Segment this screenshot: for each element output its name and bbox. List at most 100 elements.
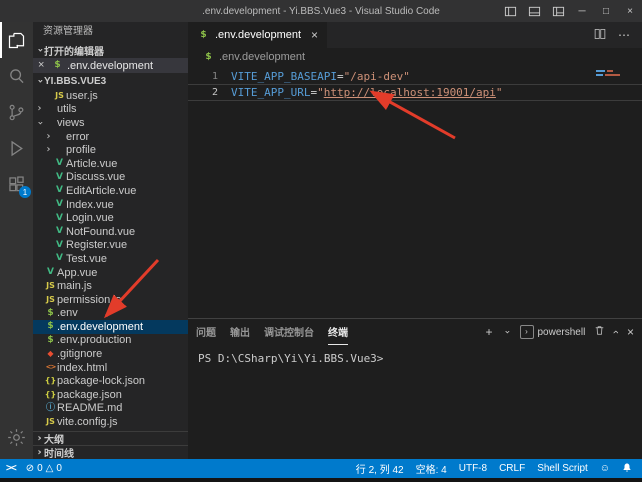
tree-item[interactable]: $ .env [33,307,188,321]
open-editor-item[interactable]: × $ .env.development [33,58,188,73]
minimize-button[interactable]: ─ [570,0,594,22]
tree-item-label: Login.vue [66,212,114,224]
notifications-bell-icon[interactable] [622,462,632,476]
panel-header: 问题 输出 调试控制台 终端 + › › powershell › [188,319,642,345]
panel-tab[interactable]: 输出 [230,319,250,345]
status-bar: >< ⊘0 △0 行 2, 列 42 空格: 4 UTF-8 CRLF Shell Sc… [0,459,642,478]
panel-tab[interactable]: 终端 [328,319,348,345]
toggle-sidebar-icon[interactable] [498,0,522,22]
code-token: VITE_APP_URL [231,86,310,99]
tree-item[interactable]: ◆ .gitignore [33,347,188,361]
close-button[interactable]: × [618,0,642,22]
terminal-prompt: PS D:\CSharp\Yi\Yi.BBS.Vue3> [198,352,383,365]
vue-file-icon: V [53,159,66,168]
shell-file-icon: $ [44,309,57,318]
source-control-icon[interactable] [0,94,33,130]
tree-item[interactable]: {} package.json [33,388,188,402]
tree-item[interactable]: V Article.vue [33,157,188,171]
code-editor[interactable]: 1 VITE_APP_BASEAPI="/api-dev" 2 VITE_APP… [188,66,642,318]
tree-item-label: profile [66,144,96,156]
new-terminal-icon[interactable]: + [485,325,492,339]
outline-section[interactable]: › 大纲 [33,431,188,445]
tree-item[interactable]: › views [33,116,188,130]
remote-indicator-icon[interactable]: >< [6,463,16,474]
tree-item-label: NotFound.vue [66,226,135,238]
close-icon[interactable]: × [38,60,48,71]
split-editor-icon[interactable] [594,28,606,43]
tree-item[interactable]: V EditArticle.vue [33,184,188,198]
tree-item[interactable]: <> index.html [33,361,188,375]
run-debug-icon[interactable] [0,130,33,166]
warning-icon: △ [46,463,54,474]
tree-item[interactable]: › profile [33,143,188,157]
tree-item-label: .env.production [57,334,131,346]
tree-item[interactable]: V Index.vue [33,198,188,212]
trash-icon[interactable] [594,325,605,339]
chevron-down-icon: › [35,46,45,55]
tree-item[interactable]: V App.vue [33,266,188,280]
code-token: " [317,86,324,99]
customize-layout-icon[interactable] [546,0,570,22]
tree-item[interactable]: {} package-lock.json [33,374,188,388]
shell-file-icon: $ [197,31,210,40]
html-file-icon: <> [44,364,57,371]
terminal[interactable]: PS D:\CSharp\Yi\Yi.BBS.Vue3> [188,345,642,459]
tree-item[interactable]: $ .env.development [33,320,188,334]
feedback-smiley-icon[interactable]: ☺ [600,463,610,474]
more-actions-icon[interactable]: ⋯ [618,28,630,42]
project-header[interactable]: › YI.BBS.VUE3 [33,73,188,89]
timeline-section[interactable]: › 时间线 [33,445,188,459]
status-segment[interactable]: CRLF [499,463,525,474]
tree-item[interactable]: › error [33,130,188,144]
tab-close-icon[interactable]: × [311,29,318,41]
tree-item[interactable]: › utils [33,103,188,117]
shell-selector[interactable]: › powershell [520,325,586,339]
panel-tabs: 问题 输出 调试控制台 终端 [196,319,348,345]
settings-gear-icon[interactable] [0,419,33,455]
minimap[interactable] [594,68,640,78]
code-line: 2 VITE_APP_URL="http://localhost:19001/a… [188,84,642,101]
tree-item[interactable]: JS vite.config.js [33,415,188,429]
panel-tab[interactable]: 调试控制台 [264,319,314,345]
problems-indicator[interactable]: ⊘0 △0 [26,463,62,474]
explorer-icon[interactable] [0,22,33,58]
panel-tab[interactable]: 问题 [196,319,216,345]
search-icon[interactable] [0,58,33,94]
status-segment[interactable]: 空格: 4 [416,461,447,476]
shell-file-icon: $ [44,322,57,331]
tree-item[interactable]: V NotFound.vue [33,225,188,239]
tree-item-label: .gitignore [57,348,102,360]
code-line: 1 VITE_APP_BASEAPI="/api-dev" [188,69,642,84]
tree-item[interactable]: V Discuss.vue [33,171,188,185]
vscode-window: .env.development - Yi.BBS.Vue3 - Visual … [0,0,642,482]
tree-item[interactable]: ⓘ README.md [33,402,188,416]
js-file-icon: JS [44,418,57,426]
tree-item[interactable]: V Register.vue [33,239,188,253]
terminal-dropdown-icon[interactable]: › [501,328,511,337]
breadcrumb[interactable]: $ .env.development [188,48,642,66]
js-file-icon: JS [44,282,57,290]
extensions-icon[interactable]: 1 [0,166,33,202]
maximize-button[interactable]: □ [594,0,618,22]
file-tree: JS user.js › utils › views › error › pro… [33,89,188,429]
json-file-icon: {} [44,377,57,385]
status-segment[interactable]: Shell Script [537,463,588,474]
tree-item[interactable]: V Login.vue [33,211,188,225]
maximize-panel-icon[interactable]: › [610,330,622,334]
line-number: 1 [188,71,231,82]
vue-file-icon: V [53,173,66,182]
close-panel-icon[interactable]: × [627,325,634,339]
status-segment[interactable]: UTF-8 [459,463,487,474]
tree-item[interactable]: JS main.js [33,279,188,293]
tree-item[interactable]: $ .env.production [33,334,188,348]
tree-item[interactable]: JS permission.js [33,293,188,307]
tab-env-development[interactable]: $ .env.development × [188,22,327,48]
tree-item[interactable]: JS user.js [33,89,188,103]
toggle-panel-icon[interactable] [522,0,546,22]
git-file-icon: ◆ [44,350,57,358]
tree-item[interactable]: V Test.vue [33,252,188,266]
status-segment[interactable]: 行 2, 列 42 [356,461,404,476]
vue-file-icon: V [53,214,66,223]
line-tokens: VITE_APP_BASEAPI="/api-dev" [231,70,410,83]
open-editors-header[interactable]: › 打开的编辑器 [33,42,188,58]
